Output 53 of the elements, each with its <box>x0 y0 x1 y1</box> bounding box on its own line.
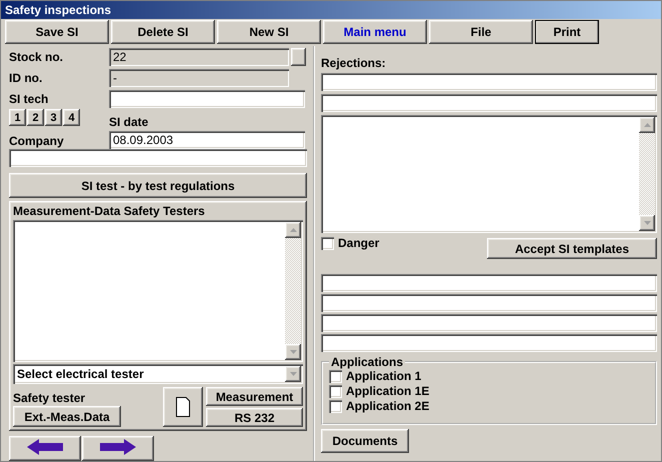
input-field[interactable] <box>321 334 657 352</box>
panel-title: Measurement-Data Safety Testers <box>13 204 206 218</box>
toolbar-button[interactable]: New SI <box>217 20 321 44</box>
field-label: SI date <box>109 115 150 129</box>
danger-checkbox[interactable]: Danger <box>321 236 380 250</box>
application-checkbox[interactable]: Application 2E <box>329 399 647 413</box>
text-area[interactable] <box>321 115 657 233</box>
input-field[interactable] <box>109 90 305 108</box>
tester-dropdown[interactable]: Select electrical tester <box>13 364 303 384</box>
input-field[interactable] <box>321 94 657 112</box>
measurement-button[interactable]: Measurement <box>206 387 303 406</box>
group-title: Applications <box>330 355 404 369</box>
input-field[interactable] <box>321 274 657 292</box>
ext-data-button[interactable]: Ext.-Meas.Data <box>13 406 121 427</box>
document-button[interactable] <box>163 387 203 427</box>
toolbar-button[interactable]: File <box>429 20 533 44</box>
window-title: Safety inspections <box>1 1 661 19</box>
technician-button[interactable]: 4 <box>63 109 80 126</box>
application-checkbox[interactable]: Application 1E <box>329 384 647 398</box>
si-test-button[interactable]: SI test - by test regulations <box>9 173 307 198</box>
list-box[interactable] <box>13 220 303 362</box>
previous-button[interactable] <box>9 436 81 461</box>
checkbox[interactable] <box>329 400 342 412</box>
application-checkbox[interactable]: Application 1 <box>329 369 647 383</box>
accept-templates-button[interactable]: Accept SI templates <box>487 238 657 259</box>
field-label: Rejections: <box>321 56 387 70</box>
input-field[interactable] <box>321 314 657 332</box>
field-label: Company <box>9 134 65 148</box>
field-label: ID no. <box>9 71 44 85</box>
technician-button[interactable]: 1 <box>9 109 26 126</box>
input-field[interactable] <box>9 149 307 167</box>
lookup-button[interactable] <box>291 48 306 66</box>
date-field[interactable]: 08.09.2003 <box>109 131 305 149</box>
technician-button[interactable]: 2 <box>27 109 44 126</box>
input-field[interactable] <box>321 73 657 91</box>
left-arrow-icon <box>27 439 63 455</box>
right-arrow-icon <box>100 439 136 455</box>
rs232-button[interactable]: RS 232 <box>206 408 303 427</box>
toolbar-button[interactable]: Main menu <box>323 20 427 44</box>
checkbox[interactable] <box>321 236 334 250</box>
document-icon <box>176 397 190 417</box>
technician-button[interactable]: 3 <box>45 109 62 126</box>
next-button[interactable] <box>82 436 154 461</box>
toolbar-button[interactable]: Save SI <box>5 20 109 44</box>
field-label: SI tech <box>9 92 50 106</box>
field-label: Safety tester <box>13 391 86 405</box>
toolbar-button[interactable]: Print <box>535 20 599 44</box>
toolbar-button[interactable]: Delete SI <box>111 20 215 44</box>
checkbox[interactable] <box>329 384 342 398</box>
field-label: Stock no. <box>9 50 64 64</box>
input-field[interactable] <box>321 294 657 312</box>
checkbox[interactable] <box>329 370 342 382</box>
documents-button[interactable]: Documents <box>321 429 409 453</box>
